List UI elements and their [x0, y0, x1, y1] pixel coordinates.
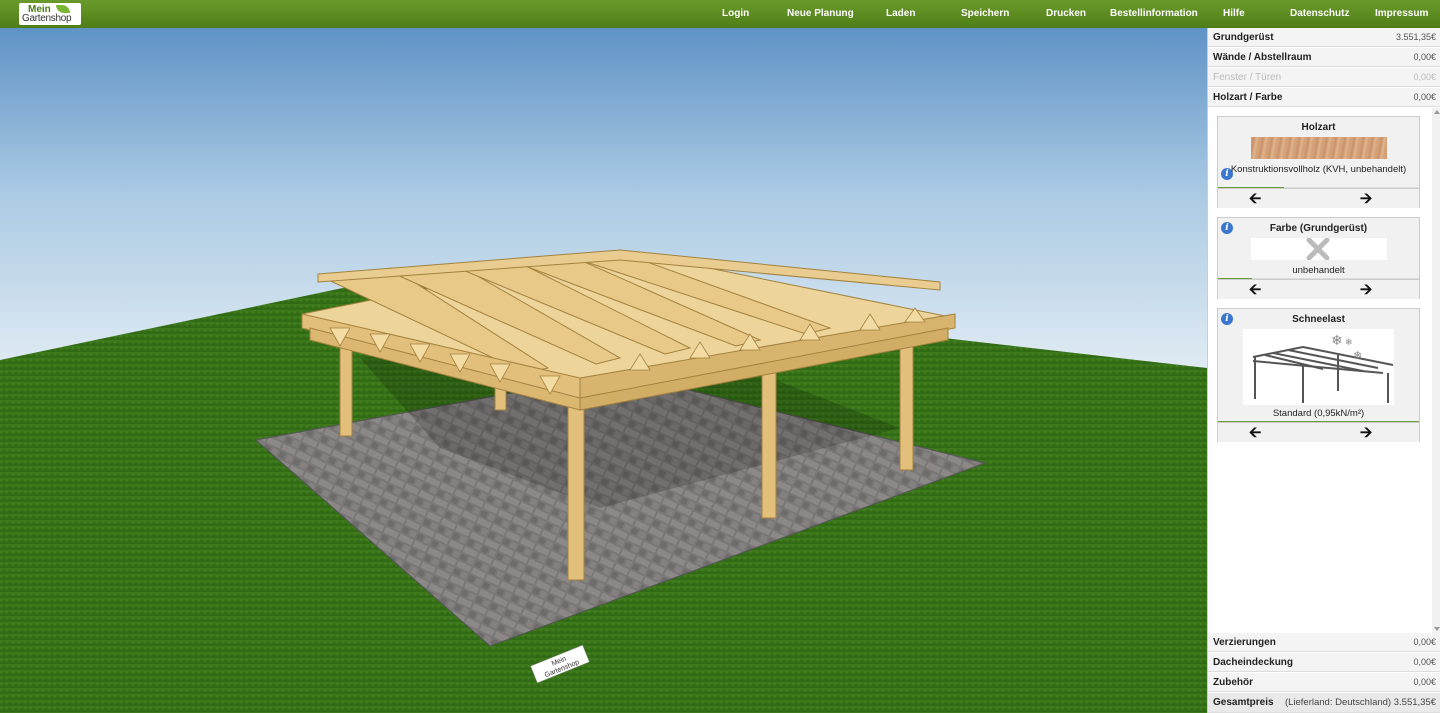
top-bar: Mein Gartenshop Login Neue Planung Laden… — [0, 0, 1440, 28]
card-title: Schneelast — [1292, 314, 1345, 325]
section-price: 0,00€ — [1413, 657, 1436, 667]
section-dacheindeckung[interactable]: Dacheindeckung 0,00€ — [1208, 653, 1440, 672]
leaf-icon — [56, 5, 70, 13]
arrow-right-icon[interactable]: 🡪 — [1360, 191, 1372, 206]
scroll-up-icon[interactable] — [1434, 110, 1440, 114]
card-title: Farbe (Grundgerüst) — [1269, 223, 1368, 234]
arrow-left-icon[interactable]: 🡨 — [1249, 282, 1261, 297]
nav-datenschutz[interactable]: Datenschutz — [1290, 8, 1349, 19]
total-price: (Lieferland: Deutschland) 3.551,35€ — [1284, 697, 1436, 708]
scrollbar[interactable] — [1432, 108, 1440, 633]
scroll-down-icon[interactable] — [1434, 627, 1440, 631]
cross-icon — [1306, 237, 1330, 261]
option-card-farbe: i Farbe (Grundgerüst) unbehandelt 🡨 🡪 — [1217, 217, 1420, 299]
arrow-left-icon[interactable]: 🡨 — [1249, 425, 1261, 440]
snowflake-icon: ❄ — [1353, 349, 1362, 362]
option-nav: 🡨 🡪 — [1218, 279, 1419, 299]
logo-line2: Gartenshop — [22, 13, 72, 24]
options-scroll-area[interactable]: Holzart i Konstruktionsvollholz (KVH, un… — [1208, 108, 1440, 633]
nav-laden[interactable]: Laden — [886, 8, 915, 19]
section-verzierungen[interactable]: Verzierungen 0,00€ — [1208, 633, 1440, 652]
section-label: Fenster / Türen — [1213, 72, 1282, 83]
section-label: Dacheindeckung — [1213, 657, 1294, 668]
section-grundgeruest[interactable]: Grundgerüst 3.551,35€ — [1208, 28, 1440, 47]
section-fenster-tueren: Fenster / Türen 0,00€ — [1208, 68, 1440, 87]
nav-impressum[interactable]: Impressum — [1375, 8, 1428, 19]
section-zubehoer[interactable]: Zubehör 0,00€ — [1208, 673, 1440, 692]
section-holzart-farbe[interactable]: Holzart / Farbe 0,00€ — [1208, 88, 1440, 107]
section-price: 0,00€ — [1413, 677, 1436, 687]
arrow-left-icon[interactable]: 🡨 — [1249, 191, 1261, 206]
3d-viewport[interactable]: Mein Gartenshop — [0, 28, 1207, 713]
snowflake-icon: ❄ — [1345, 338, 1353, 348]
section-price: 0,00€ — [1413, 52, 1436, 62]
nav-bestellinformation[interactable]: Bestellinformation — [1110, 8, 1198, 19]
nav-speichern[interactable]: Speichern — [961, 8, 1009, 19]
section-price: 0,00€ — [1413, 637, 1436, 647]
nav-login[interactable]: Login — [722, 8, 749, 19]
total-label: Gesamtpreis — [1213, 697, 1274, 708]
option-card-holzart: Holzart i Konstruktionsvollholz (KVH, un… — [1217, 116, 1420, 208]
section-label: Zubehör — [1213, 677, 1253, 688]
snowflake-icon: ❄ — [1331, 333, 1343, 349]
nav-drucken[interactable]: Drucken — [1046, 8, 1086, 19]
option-nav: 🡨 🡪 — [1218, 422, 1419, 442]
option-nav: 🡨 🡪 — [1218, 188, 1419, 208]
snow-load-image: ❄ ❄ ❄ — [1243, 329, 1394, 405]
section-waende-abstellraum[interactable]: Wände / Abstellraum 0,00€ — [1208, 48, 1440, 67]
arrow-right-icon[interactable]: 🡪 — [1360, 425, 1372, 440]
card-value: Konstruktionsvollholz (KVH, unbehandelt) — [1230, 164, 1407, 175]
nav-hilfe[interactable]: Hilfe — [1223, 8, 1245, 19]
nav-neue-planung[interactable]: Neue Planung — [787, 8, 854, 19]
arrow-right-icon[interactable]: 🡪 — [1360, 282, 1372, 297]
wood-texture-image — [1251, 137, 1387, 159]
option-card-schneelast: i Schneelast ❄ ❄ ❄ Standard (0,95kN/m²) … — [1217, 308, 1420, 442]
section-price: 0,00€ — [1413, 72, 1436, 82]
section-price: 3.551,35€ — [1395, 32, 1436, 42]
card-title: Holzart — [1301, 122, 1336, 133]
total-price-row: Gesamtpreis (Lieferland: Deutschland) 3.… — [1208, 693, 1440, 713]
config-panel: Grundgerüst 3.551,35€ Wände / Abstellrau… — [1207, 28, 1440, 713]
carport-scene[interactable]: Mein Gartenshop — [0, 28, 1207, 713]
card-value: Standard (0,95kN/m²) — [1272, 408, 1365, 419]
logo[interactable]: Mein Gartenshop — [19, 3, 81, 25]
section-price: 0,00€ — [1413, 92, 1436, 102]
section-label: Holzart / Farbe — [1213, 92, 1283, 103]
section-label: Wände / Abstellraum — [1213, 52, 1312, 63]
no-color-image — [1251, 237, 1387, 261]
section-label: Verzierungen — [1213, 637, 1276, 648]
card-value: unbehandelt — [1292, 265, 1345, 276]
section-label: Grundgerüst — [1213, 32, 1274, 43]
